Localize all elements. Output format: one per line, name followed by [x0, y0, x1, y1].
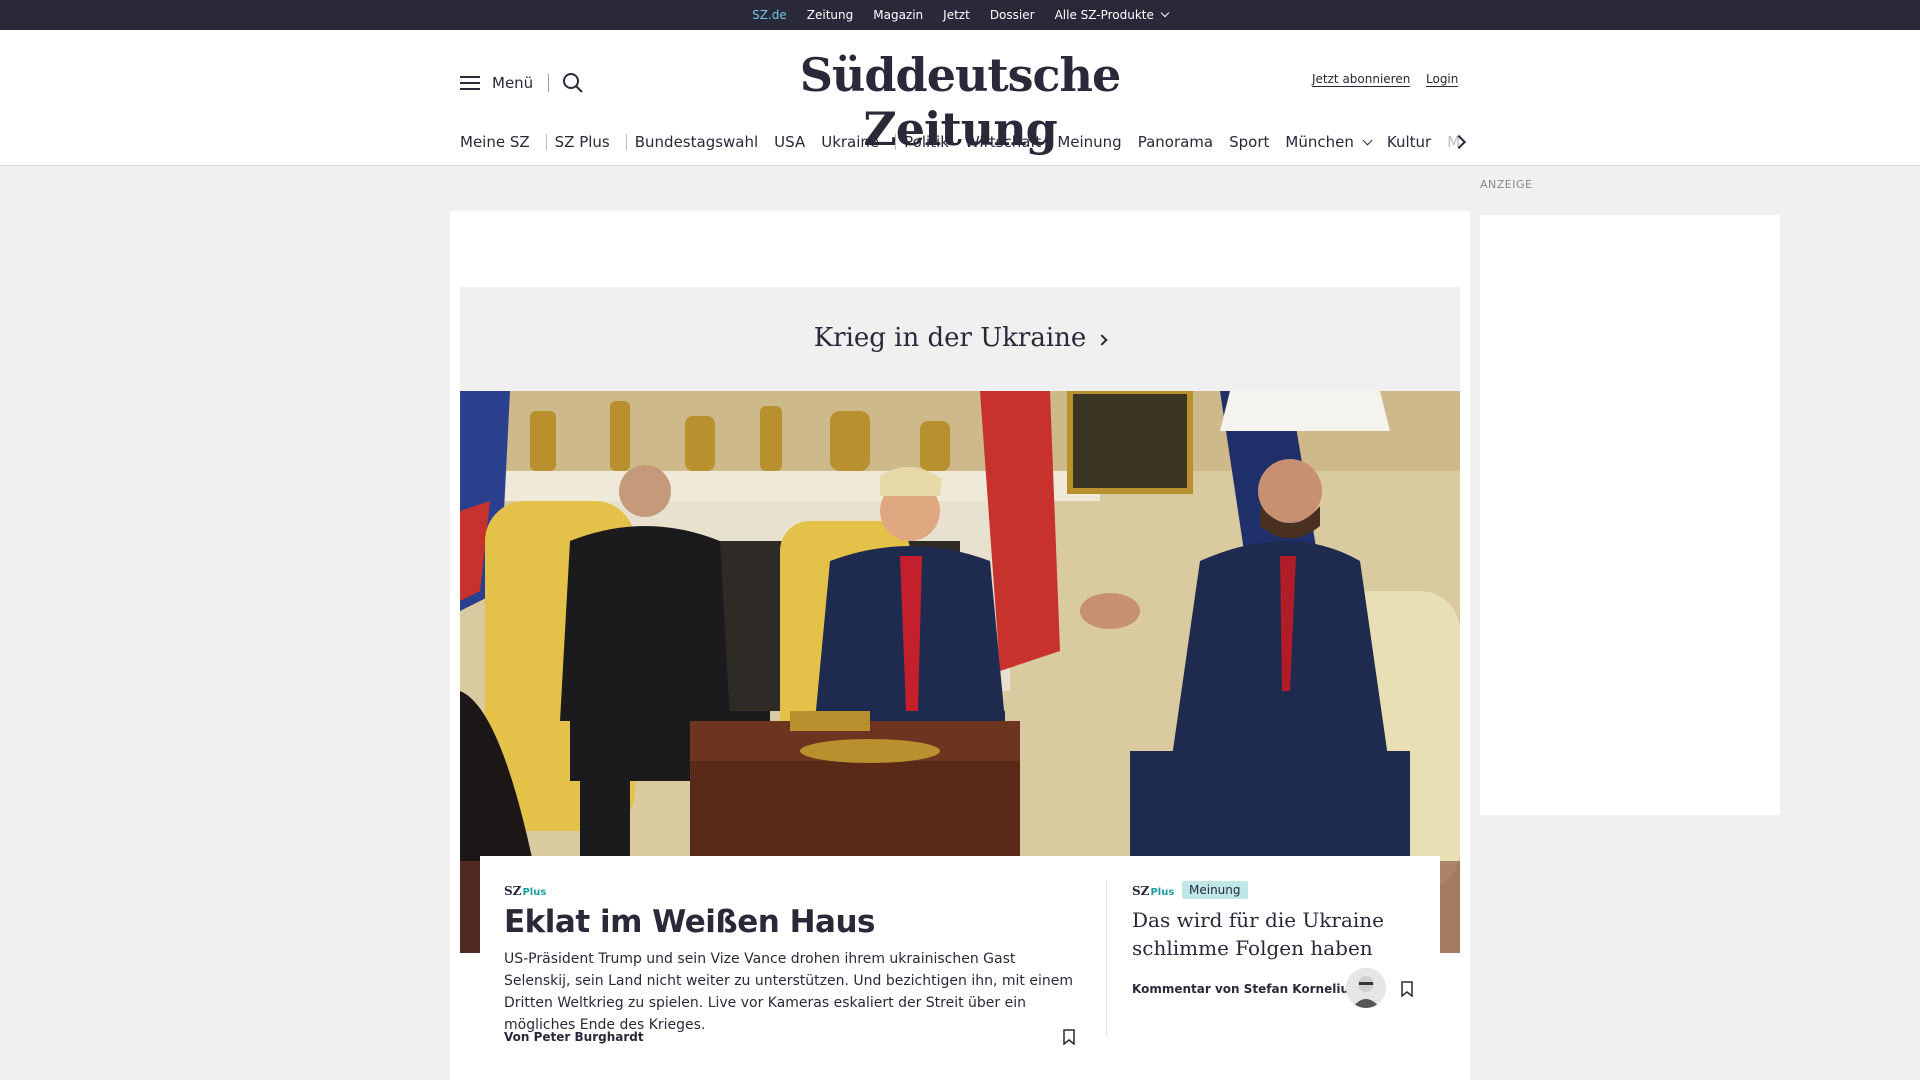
ad-label: ANZEIGE: [1480, 178, 1533, 191]
menu-button[interactable]: Menü: [460, 74, 533, 92]
nav-divider: [545, 134, 547, 150]
top-service-bar: SZ.de Zeitung Magazin Jetzt Dossier Alle…: [0, 0, 1920, 30]
nav-divider: [625, 134, 627, 150]
nav-item-sport[interactable]: Sport: [1229, 133, 1269, 151]
service-link-jetzt[interactable]: Jetzt: [943, 8, 970, 22]
sz-plus-brand: SZ: [1132, 884, 1150, 898]
side-headline[interactable]: Das wird für die Ukraine schlimme Folgen…: [1132, 906, 1432, 962]
nav-item-muenchen[interactable]: München: [1285, 133, 1373, 151]
ad-slot: [1480, 215, 1780, 815]
all-products-label: Alle SZ-Produkte: [1054, 8, 1154, 22]
service-links: SZ.de Zeitung Magazin Jetzt Dossier Alle…: [0, 0, 1920, 30]
nav-item-meinung[interactable]: Meinung: [1057, 133, 1121, 151]
nav-item-wirtschaft[interactable]: Wirtschaft: [965, 133, 1041, 151]
main-navigation: Meine SZ SZ Plus Bundestagswahl USA Ukra…: [460, 130, 1470, 154]
card-divider: [1106, 880, 1107, 1036]
nav-item-bundestagswahl[interactable]: Bundestagswahl: [635, 133, 758, 151]
chevron-down-icon: [1160, 8, 1170, 18]
lead-summary: US-Präsident Trump und sein Vize Vance d…: [504, 951, 1073, 1033]
login-link[interactable]: Login: [1426, 72, 1459, 87]
service-link-zeitung[interactable]: Zeitung: [807, 8, 853, 22]
chevron-down-icon: [1362, 135, 1373, 146]
lead-headline[interactable]: Eklat im Weißen Haus: [504, 904, 875, 940]
nav-item-sz-plus[interactable]: SZ Plus: [555, 133, 610, 151]
search-icon[interactable]: [560, 70, 586, 96]
subscribe-link[interactable]: Jetzt abonnieren: [1312, 72, 1411, 87]
nav-divider: [895, 134, 897, 150]
nav-item-usa[interactable]: USA: [774, 133, 805, 151]
service-link-magazin[interactable]: Magazin: [873, 8, 923, 22]
nav-item-kultur[interactable]: Kultur: [1387, 133, 1431, 151]
section-header: Krieg in der Ukraine: [460, 287, 1460, 391]
service-link-all-products[interactable]: Alle SZ-Produkte: [1054, 8, 1170, 22]
sz-plus-suffix: Plus: [522, 887, 547, 898]
sz-plus-logo: SZPlus: [1132, 884, 1174, 898]
site-header: Menü Süddeutsche Zeitung Jetzt abonniere…: [0, 30, 1920, 166]
chevron-right-icon: [1096, 334, 1108, 346]
service-link-szde[interactable]: SZ.de: [752, 8, 787, 22]
nav-item-meine-sz[interactable]: Meine SZ: [460, 133, 530, 151]
nav-item-muenchen-label: München: [1285, 133, 1354, 151]
menu-label: Menü: [492, 74, 534, 92]
nav-item-ukraine[interactable]: Ukraine: [821, 133, 879, 151]
sz-plus-brand: SZ: [504, 884, 522, 898]
hamburger-icon: [460, 76, 480, 90]
side-author: Kommentar von Stefan Kornelius: [1132, 982, 1357, 996]
author-avatar: [1346, 968, 1386, 1008]
nav-item-panorama[interactable]: Panorama: [1138, 133, 1213, 151]
nav-item-politik[interactable]: Politik: [904, 133, 949, 151]
service-link-dossier[interactable]: Dossier: [990, 8, 1035, 22]
lead-author: Von Peter Burghardt: [504, 1030, 644, 1044]
header-divider: [548, 74, 549, 92]
nav-scroll-right-icon[interactable]: [1448, 130, 1472, 154]
sz-plus-suffix: Plus: [1150, 887, 1175, 898]
opinion-badge: Meinung: [1182, 881, 1248, 899]
bookmark-icon[interactable]: [1400, 981, 1414, 997]
sz-plus-logo: SZPlus: [504, 884, 546, 898]
section-title-link[interactable]: Krieg in der Ukraine: [460, 323, 1460, 353]
section-title: Krieg in der Ukraine: [813, 323, 1087, 353]
lead-teaser-card: SZPlus Eklat im Weißen Haus US-Präsident…: [480, 856, 1440, 1080]
bookmark-icon[interactable]: [1062, 1029, 1076, 1045]
